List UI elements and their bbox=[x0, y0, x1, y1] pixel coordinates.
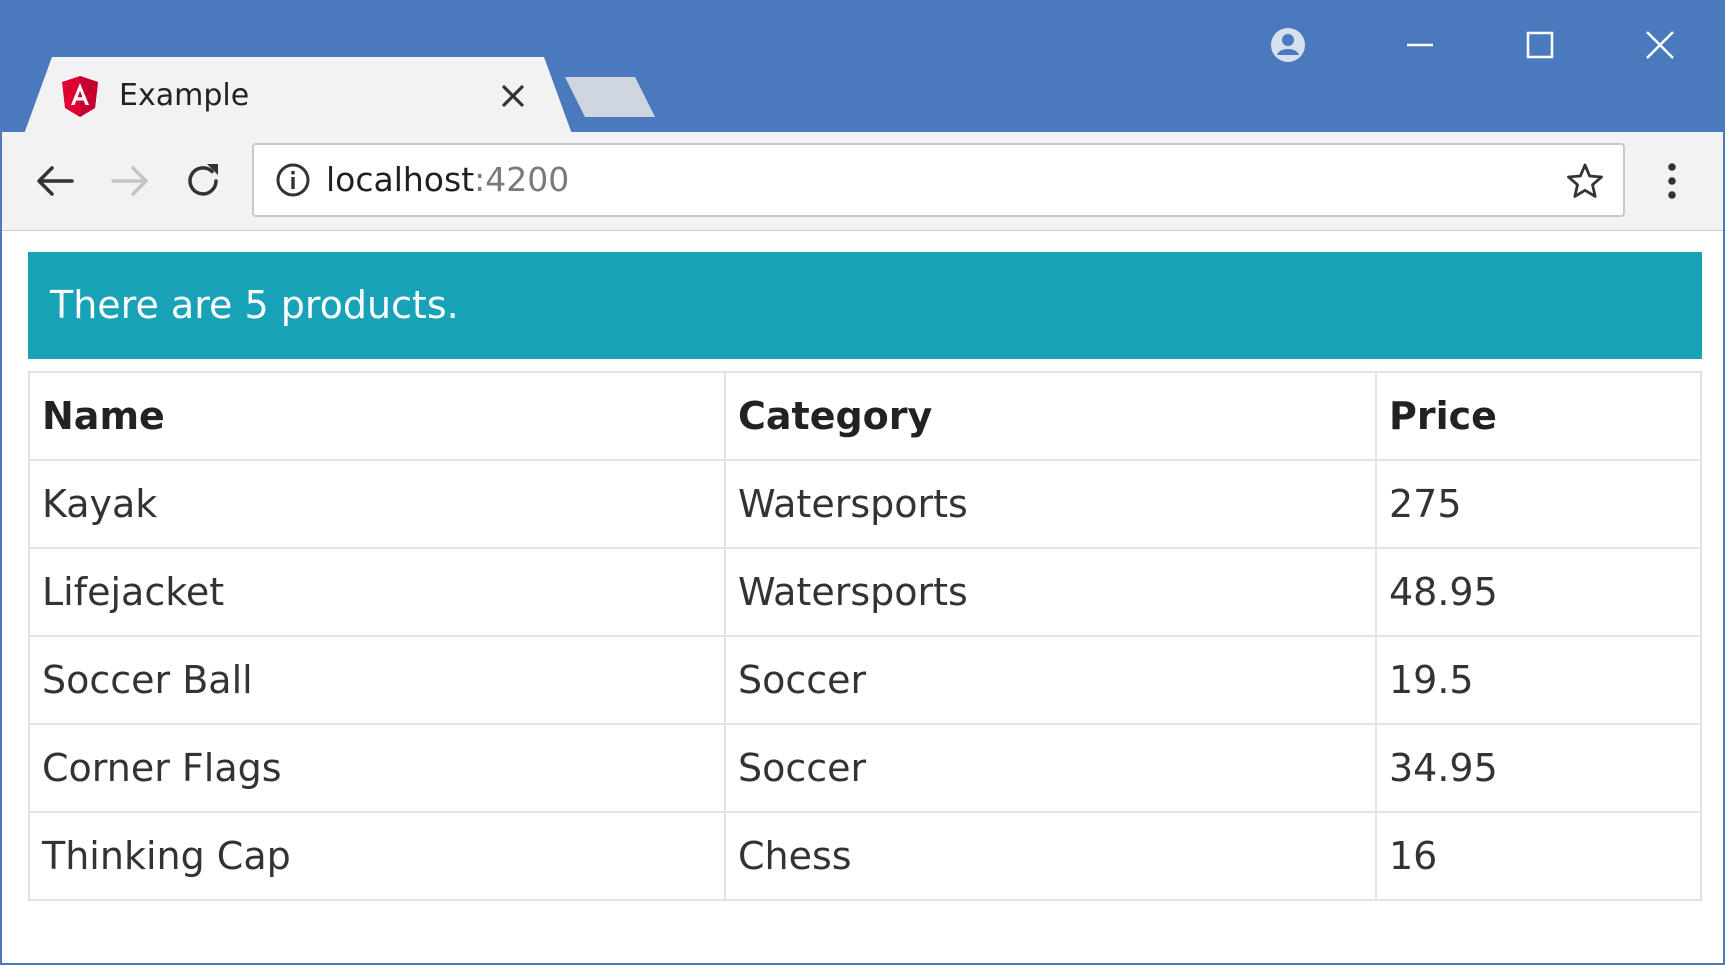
browser-toolbar: localhost:4200 bbox=[2, 132, 1723, 231]
products-table: Name Category Price Kayak Watersports 27… bbox=[28, 371, 1702, 901]
header-name: Name bbox=[28, 371, 726, 461]
cell-name: Kayak bbox=[28, 459, 726, 549]
table-row: Soccer Ball Soccer 19.5 bbox=[28, 635, 1702, 725]
cell-price: 34.95 bbox=[1375, 723, 1702, 813]
cell-price: 48.95 bbox=[1375, 547, 1702, 637]
minimize-icon[interactable] bbox=[1395, 20, 1445, 70]
forward-arrow-icon[interactable] bbox=[107, 158, 153, 204]
cell-name: Thinking Cap bbox=[28, 811, 726, 901]
address-bar[interactable]: localhost:4200 bbox=[252, 143, 1625, 217]
back-arrow-icon[interactable] bbox=[32, 158, 78, 204]
product-count-banner: There are 5 products. bbox=[28, 252, 1702, 359]
cell-price: 19.5 bbox=[1375, 635, 1702, 725]
maximize-icon[interactable] bbox=[1515, 20, 1565, 70]
table-header-row: Name Category Price bbox=[28, 371, 1702, 461]
cell-price: 275 bbox=[1375, 459, 1702, 549]
table-row: Corner Flags Soccer 34.95 bbox=[28, 723, 1702, 813]
new-tab-button[interactable] bbox=[565, 77, 655, 117]
bookmark-star-icon[interactable] bbox=[1565, 161, 1605, 201]
cell-price: 16 bbox=[1375, 811, 1702, 901]
tab-close-icon[interactable] bbox=[493, 76, 533, 116]
tab-title: Example bbox=[119, 78, 250, 113]
cell-category: Watersports bbox=[724, 547, 1377, 637]
cell-name: Lifejacket bbox=[28, 547, 726, 637]
browser-window: Example localhost:4200 There are 5 produ… bbox=[0, 0, 1725, 965]
header-price: Price bbox=[1375, 371, 1702, 461]
cell-category: Watersports bbox=[724, 459, 1377, 549]
profile-icon[interactable] bbox=[1268, 25, 1308, 65]
cell-category: Soccer bbox=[724, 635, 1377, 725]
cell-name: Soccer Ball bbox=[28, 635, 726, 725]
table-row: Thinking Cap Chess 16 bbox=[28, 811, 1702, 901]
info-icon[interactable] bbox=[274, 161, 312, 199]
cell-category: Chess bbox=[724, 811, 1377, 901]
url-host: localhost bbox=[326, 160, 475, 199]
header-category: Category bbox=[724, 371, 1377, 461]
url-text[interactable]: localhost:4200 bbox=[326, 145, 569, 215]
angular-logo-icon bbox=[62, 76, 98, 117]
window-close-icon[interactable] bbox=[1635, 20, 1685, 70]
url-port: :4200 bbox=[474, 160, 570, 199]
table-row: Kayak Watersports 275 bbox=[28, 459, 1702, 549]
table-row: Lifejacket Watersports 48.95 bbox=[28, 547, 1702, 637]
cell-name: Corner Flags bbox=[28, 723, 726, 813]
browser-tab[interactable] bbox=[24, 57, 572, 134]
title-bar: Example bbox=[2, 2, 1723, 134]
kebab-menu-icon[interactable] bbox=[1657, 159, 1687, 203]
cell-category: Soccer bbox=[724, 723, 1377, 813]
reload-icon[interactable] bbox=[180, 158, 226, 204]
